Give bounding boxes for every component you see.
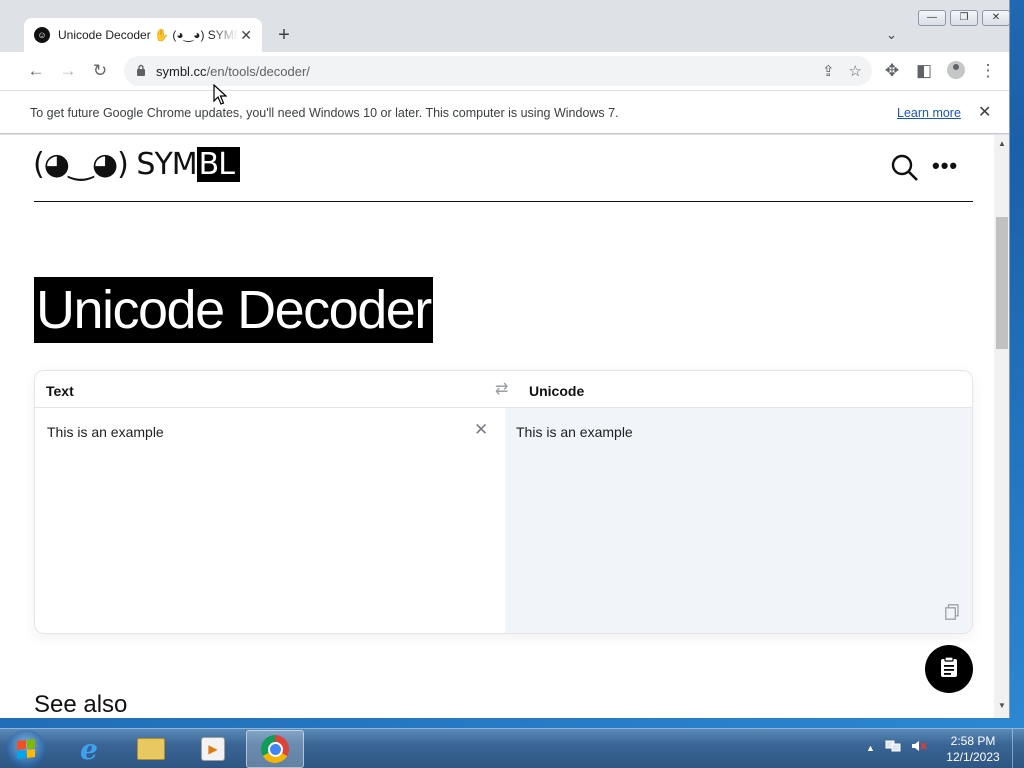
unicode-output[interactable]: This is an example <box>505 408 972 633</box>
clock-date: 12/1/2023 <box>946 750 1000 764</box>
tab-search-icon[interactable]: ⌄ <box>886 27 897 43</box>
favicon-icon: ☺ <box>34 27 50 43</box>
new-tab-button[interactable]: + <box>272 24 296 47</box>
text-input-value[interactable]: This is an example <box>47 424 164 440</box>
volume-muted-icon[interactable] <box>911 739 927 756</box>
update-infobar: To get future Google Chrome updates, you… <box>0 90 1009 134</box>
maximize-button[interactable]: ❐ <box>950 10 978 26</box>
share-icon[interactable]: ⇪ <box>822 62 835 80</box>
page-scrollbar[interactable]: ▲ ▼ <box>994 135 1009 718</box>
unicode-output-value[interactable]: This is an example <box>516 424 633 440</box>
infobar-close-icon[interactable]: ✕ <box>978 102 991 122</box>
explorer-icon[interactable] <box>122 730 180 768</box>
clipboard-button[interactable] <box>925 645 973 693</box>
url-text[interactable]: symbl.cc/en/tools/decoder/ <box>156 64 310 79</box>
infobar-message: To get future Google Chrome updates, you… <box>30 106 619 120</box>
sidepanel-icon[interactable]: ◧ <box>914 61 934 81</box>
header-divider <box>34 201 973 202</box>
more-icon[interactable]: ••• <box>932 153 958 179</box>
reload-icon[interactable]: ↻ <box>90 61 110 81</box>
clear-icon[interactable]: ✕ <box>474 420 488 440</box>
tab-close-icon[interactable]: ✕ <box>240 27 252 44</box>
swap-icon[interactable]: ⇄ <box>495 379 508 399</box>
text-column-label: Text <box>46 383 74 399</box>
star-icon[interactable]: ☆ <box>849 62 862 80</box>
windows-taskbar: e ▶ ▲ 2:58 PM 12/1/2023 <box>0 728 1024 768</box>
lock-icon[interactable] <box>134 64 148 79</box>
network-icon[interactable] <box>885 739 901 756</box>
address-bar[interactable]: symbl.cc/en/tools/decoder/ ⇪ ☆ <box>124 56 872 86</box>
site-logo[interactable]: (◕‿◕) SYMBL <box>33 147 240 182</box>
search-icon[interactable] <box>890 153 920 183</box>
decoder-widget: Text ⇄ Unicode This is an example ✕ This… <box>34 370 973 634</box>
chrome-icon[interactable] <box>246 730 304 768</box>
close-window-button[interactable]: ✕ <box>982 10 1009 26</box>
extensions-icon[interactable]: ✥ <box>882 61 902 81</box>
scroll-thumb[interactable] <box>996 217 1008 349</box>
system-clock[interactable]: 2:58 PM 12/1/2023 <box>940 733 1006 765</box>
copy-icon[interactable] <box>945 604 959 620</box>
windows-start-icon[interactable] <box>6 730 46 768</box>
kebab-menu-icon[interactable]: ⋮ <box>978 61 998 81</box>
mouse-cursor-icon <box>213 84 227 105</box>
back-icon[interactable]: ← <box>26 61 46 81</box>
see-also-heading: See also <box>34 691 128 718</box>
clock-time: 2:58 PM <box>950 734 996 748</box>
tab-unicode-decoder[interactable]: ☺ Unicode Decoder ✋ (◕‿◕) SYMBL ✕ <box>24 18 262 52</box>
unicode-column-label: Unicode <box>529 383 585 399</box>
show-desktop-button[interactable] <box>1012 729 1024 768</box>
chrome-window: ☺ Unicode Decoder ✋ (◕‿◕) SYMBL ✕ + ⌄ — … <box>0 0 1010 718</box>
profile-icon[interactable] <box>946 61 966 84</box>
page-title: Unicode Decoder <box>34 277 433 343</box>
page-content: (◕‿◕) SYMBL ••• Unicode Decoder Text ⇄ U… <box>0 135 994 718</box>
tray-arrow-icon[interactable]: ▲ <box>866 743 875 753</box>
system-tray: ▲ <box>866 739 927 756</box>
minimize-button[interactable]: — <box>918 10 946 26</box>
tab-strip: ☺ Unicode Decoder ✋ (◕‿◕) SYMBL ✕ + ⌄ — … <box>0 0 1009 52</box>
scroll-down-icon[interactable]: ▼ <box>994 701 1009 710</box>
clipboard-icon <box>939 655 959 683</box>
window-controls: — ❐ ✕ <box>918 10 1009 26</box>
browser-toolbar: ← → ↻ symbl.cc/en/tools/decoder/ ⇪ ☆ ✥ ◧… <box>0 52 1009 90</box>
scroll-up-icon[interactable]: ▲ <box>994 139 1009 148</box>
decoder-header: Text ⇄ Unicode <box>35 371 972 408</box>
learn-more-link[interactable]: Learn more <box>897 106 961 120</box>
text-input[interactable]: This is an example ✕ <box>35 408 505 633</box>
ie-icon[interactable]: e <box>60 730 118 768</box>
media-player-icon[interactable]: ▶ <box>184 730 242 768</box>
tab-title: Unicode Decoder ✋ (◕‿◕) SYMBL <box>58 28 238 42</box>
forward-icon[interactable]: → <box>58 61 78 81</box>
